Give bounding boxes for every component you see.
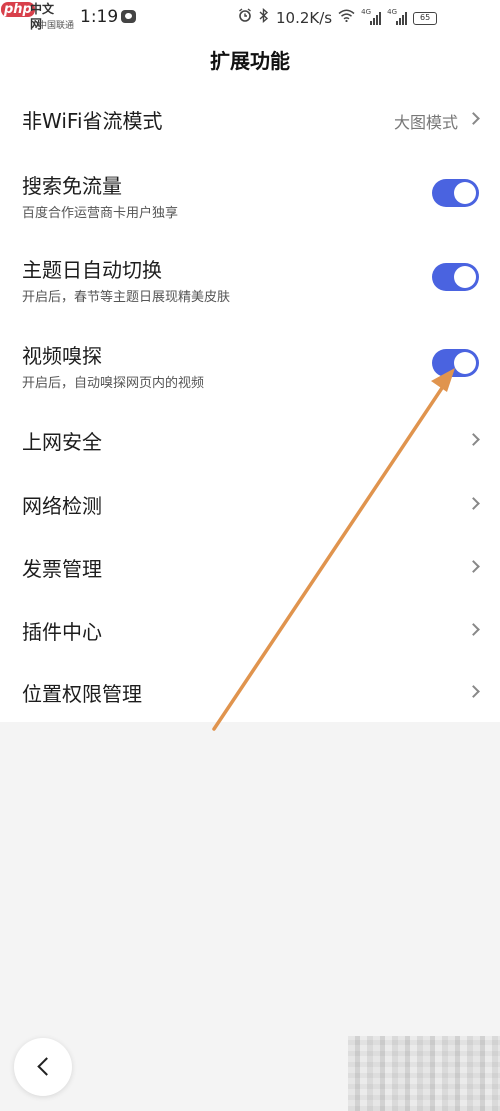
status-bar: php 中文网 中国联通 1:19 10.2K/s 4G 4G 65 (0, 0, 500, 38)
back-button[interactable] (14, 1038, 72, 1096)
signal-icon: 4G (387, 8, 408, 25)
setting-title: 搜索免流量 (22, 174, 122, 198)
setting-title: 网络检测 (22, 494, 102, 518)
chevron-left-icon (37, 1057, 56, 1076)
theme-day-toggle[interactable] (432, 263, 479, 291)
setting-title: 非WiFi省流模式 (22, 109, 163, 133)
page-header: 扩展功能 (0, 38, 500, 88)
setting-title: 上网安全 (22, 430, 102, 454)
toggle-knob (454, 352, 476, 374)
toggle-knob (454, 266, 476, 288)
settings-list: 非WiFi省流模式 大图模式 搜索免流量 百度合作运营商卡用户独享 主题日自动切… (0, 88, 500, 722)
setting-network-check[interactable]: 网络检测 (0, 474, 500, 534)
setting-search-free-data: 搜索免流量 百度合作运营商卡用户独享 (0, 160, 500, 230)
alarm-icon (238, 8, 252, 28)
video-sniff-toggle[interactable] (432, 349, 479, 377)
setting-title: 插件中心 (22, 620, 102, 644)
setting-subtitle: 开启后，自动嗅探网页内的视频 (22, 376, 205, 391)
chevron-right-icon (467, 560, 480, 573)
chevron-right-icon (467, 433, 480, 446)
page-title: 扩展功能 (210, 49, 290, 73)
toggle-knob (454, 182, 476, 204)
setting-title: 主题日自动切换 (22, 258, 162, 282)
setting-title: 视频嗅探 (22, 344, 102, 368)
signal-tag: 4G (361, 8, 371, 16)
setting-value: 大图模式 (393, 113, 458, 132)
status-icons: 10.2K/s 4G 4G 65 (238, 7, 438, 29)
chevron-right-icon (467, 623, 480, 636)
setting-title: 发票管理 (22, 557, 102, 581)
setting-subtitle: 百度合作运营商卡用户独享 (22, 206, 179, 221)
setting-invoice-management[interactable]: 发票管理 (0, 537, 500, 597)
chevron-right-icon (467, 112, 480, 125)
setting-title: 位置权限管理 (22, 682, 142, 706)
wifi-icon (338, 8, 355, 28)
chevron-right-icon (467, 497, 480, 510)
signal-icon: 4G (361, 8, 382, 25)
chevron-right-icon (467, 685, 480, 698)
setting-subtitle: 开启后，春节等主题日展现精美皮肤 (22, 290, 231, 305)
carrier-label: 中国联通 (38, 21, 75, 31)
setting-plugin-center[interactable]: 插件中心 (0, 600, 500, 660)
setting-video-sniff: 视频嗅探 开启后，自动嗅探网页内的视频 (0, 330, 500, 400)
search-free-toggle[interactable] (432, 179, 479, 207)
setting-location-permission[interactable]: 位置权限管理 (0, 662, 500, 722)
setting-web-security[interactable]: 上网安全 (0, 410, 500, 470)
blurred-overlay (348, 1036, 500, 1111)
signal-tag: 4G (387, 8, 397, 16)
network-speed: 10.2K/s (276, 9, 333, 27)
status-time: 1:19 (80, 7, 119, 27)
battery-icon: 65 (413, 11, 438, 25)
app-icon (121, 10, 136, 23)
bluetooth-icon (258, 7, 270, 29)
setting-non-wifi-mode[interactable]: 非WiFi省流模式 大图模式 (0, 88, 500, 150)
setting-theme-auto-switch: 主题日自动切换 开启后，春节等主题日展现精美皮肤 (0, 244, 500, 314)
